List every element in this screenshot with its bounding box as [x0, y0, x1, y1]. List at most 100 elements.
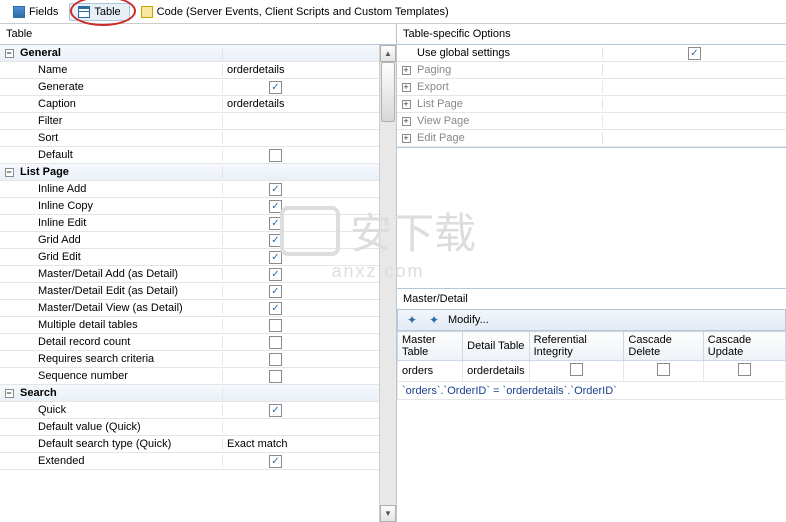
property-row[interactable]: Inline Add✓: [0, 181, 379, 198]
column-header[interactable]: Cascade Delete: [624, 332, 703, 361]
table-row[interactable]: orders orderdetails: [398, 361, 786, 382]
column-header[interactable]: Master Table: [398, 332, 463, 361]
property-row[interactable]: Grid Add✓: [0, 232, 379, 249]
vertical-scrollbar[interactable]: ▲ ▼: [379, 45, 396, 522]
modify-link[interactable]: Modify...: [448, 314, 489, 326]
property-row[interactable]: Sequence number: [0, 368, 379, 385]
property-row[interactable]: Default: [0, 147, 379, 164]
property-name: Requires search criteria: [18, 353, 223, 365]
scroll-down-button[interactable]: ▼: [380, 505, 396, 522]
left-panel: Table −GeneralNameorderdetailsGenerate✓C…: [0, 24, 397, 522]
property-name: Inline Copy: [18, 200, 223, 212]
expand-icon[interactable]: +: [402, 66, 411, 75]
property-grid: −GeneralNameorderdetailsGenerate✓Caption…: [0, 44, 396, 522]
property-row[interactable]: Master/Detail Edit (as Detail)✓: [0, 283, 379, 300]
cu-checkbox[interactable]: [738, 363, 751, 376]
tab-code[interactable]: Code (Server Events, Client Scripts and …: [132, 3, 458, 21]
property-row[interactable]: Default search type (Quick) Exact match: [0, 436, 379, 453]
option-name: Use global settings: [415, 47, 603, 59]
property-checkbox[interactable]: ✓: [269, 455, 282, 468]
group-header[interactable]: −List Page: [0, 164, 379, 181]
expand-icon[interactable]: +: [402, 117, 411, 126]
property-row[interactable]: Caption orderdetails: [0, 96, 379, 113]
property-checkbox[interactable]: ✓: [269, 81, 282, 94]
property-row[interactable]: Quick✓: [0, 402, 379, 419]
property-value[interactable]: Exact match: [227, 438, 288, 450]
fields-icon: [13, 6, 25, 18]
md-toolbar: ✦ ✦ Modify...: [397, 309, 786, 331]
tab-label: Table: [94, 6, 120, 18]
property-value[interactable]: orderdetails: [227, 64, 284, 76]
property-row[interactable]: Name orderdetails: [0, 62, 379, 79]
global-settings-checkbox[interactable]: ✓: [688, 47, 701, 60]
property-name: Caption: [18, 98, 223, 110]
property-checkbox[interactable]: ✓: [269, 234, 282, 247]
property-name: Name: [18, 64, 223, 76]
tab-bar: Fields Table Code (Server Events, Client…: [0, 0, 786, 24]
tab-label: Code (Server Events, Client Scripts and …: [157, 6, 449, 18]
column-header[interactable]: Detail Table: [463, 332, 529, 361]
property-checkbox[interactable]: [269, 336, 282, 349]
property-row[interactable]: Multiple detail tables: [0, 317, 379, 334]
property-row[interactable]: Inline Edit✓: [0, 215, 379, 232]
option-section[interactable]: +View Page: [397, 113, 786, 130]
option-section[interactable]: + Paging: [397, 62, 786, 79]
table-row: `orders`.`OrderID` = `orderdetails`.`Ord…: [398, 382, 786, 400]
property-name: Master/Detail View (as Detail): [18, 302, 223, 314]
property-checkbox[interactable]: [269, 353, 282, 366]
property-row[interactable]: Detail record count: [0, 334, 379, 351]
master-detail-title: Master/Detail: [397, 289, 786, 309]
column-header[interactable]: Referential Integrity: [529, 332, 624, 361]
collapse-icon[interactable]: −: [5, 168, 14, 177]
property-checkbox[interactable]: [269, 149, 282, 162]
section-name: List Page: [415, 98, 603, 110]
option-row-global: Use global settings ✓: [397, 45, 786, 62]
property-checkbox[interactable]: ✓: [269, 268, 282, 281]
property-name: Sequence number: [18, 370, 223, 382]
group-header[interactable]: −General: [0, 45, 379, 62]
property-checkbox[interactable]: ✓: [269, 404, 282, 417]
scroll-up-button[interactable]: ▲: [380, 45, 396, 62]
property-row[interactable]: Extended✓: [0, 453, 379, 470]
option-section[interactable]: +Export: [397, 79, 786, 96]
ri-checkbox[interactable]: [570, 363, 583, 376]
property-checkbox[interactable]: ✓: [269, 285, 282, 298]
group-header[interactable]: −Search: [0, 385, 379, 402]
property-checkbox[interactable]: ✓: [269, 183, 282, 196]
expand-icon[interactable]: +: [402, 100, 411, 109]
property-name: Default search type (Quick): [18, 438, 223, 450]
property-checkbox[interactable]: ✓: [269, 217, 282, 230]
property-row[interactable]: Master/Detail Add (as Detail)✓: [0, 266, 379, 283]
property-row[interactable]: Generate✓: [0, 79, 379, 96]
expand-icon[interactable]: +: [402, 83, 411, 92]
property-row[interactable]: Default value (Quick): [0, 419, 379, 436]
add-icon[interactable]: ✦: [404, 312, 420, 328]
section-name: Paging: [415, 64, 603, 76]
tab-fields[interactable]: Fields: [4, 3, 67, 21]
property-row[interactable]: Sort: [0, 130, 379, 147]
property-checkbox[interactable]: ✓: [269, 251, 282, 264]
tab-table[interactable]: Table: [69, 3, 129, 21]
property-checkbox[interactable]: [269, 370, 282, 383]
property-row[interactable]: Grid Edit✓: [0, 249, 379, 266]
scroll-thumb[interactable]: [381, 62, 395, 122]
collapse-icon[interactable]: −: [5, 389, 14, 398]
section-name: Edit Page: [415, 132, 603, 144]
property-row[interactable]: Inline Copy ✓: [0, 198, 379, 215]
cd-checkbox[interactable]: [657, 363, 670, 376]
column-header[interactable]: Cascade Update: [703, 332, 785, 361]
property-row[interactable]: Requires search criteria: [0, 351, 379, 368]
property-checkbox[interactable]: [269, 319, 282, 332]
property-value[interactable]: orderdetails: [227, 98, 284, 110]
option-section[interactable]: + List Page: [397, 96, 786, 113]
property-checkbox[interactable]: ✓: [269, 200, 282, 213]
collapse-icon[interactable]: −: [5, 49, 14, 58]
sql-expression: `orders`.`OrderID` = `orderdetails`.`Ord…: [398, 382, 786, 400]
remove-icon[interactable]: ✦: [426, 312, 442, 328]
property-checkbox[interactable]: ✓: [269, 302, 282, 315]
expand-icon[interactable]: +: [402, 134, 411, 143]
option-section[interactable]: + Edit Page: [397, 130, 786, 147]
property-row[interactable]: Master/Detail View (as Detail) ✓: [0, 300, 379, 317]
property-row[interactable]: Filter: [0, 113, 379, 130]
property-name: Default: [18, 149, 223, 161]
